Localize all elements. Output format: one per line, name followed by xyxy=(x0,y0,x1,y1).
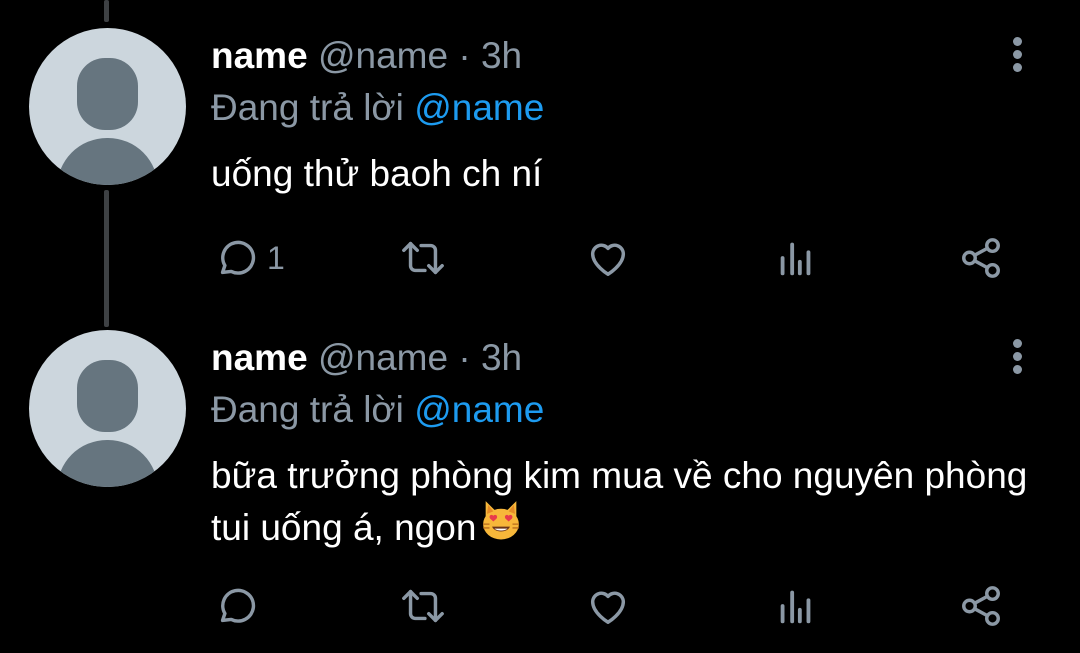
display-name[interactable]: name xyxy=(211,35,308,76)
reply-icon xyxy=(220,240,256,275)
more-icon-dot xyxy=(1012,50,1022,59)
reply-count: 1 xyxy=(267,239,285,276)
mention-link[interactable]: @name xyxy=(414,389,544,430)
avatar-head xyxy=(77,58,138,130)
avatar-head xyxy=(77,360,138,432)
like-icon xyxy=(590,243,626,277)
share-icon xyxy=(962,586,1000,626)
retweet-button[interactable] xyxy=(400,234,446,282)
tweet-header: name @name · 3h xyxy=(211,34,522,78)
replying-prefix: Đang trả lời xyxy=(211,87,404,128)
user-handle[interactable]: @name xyxy=(318,337,448,378)
share-button[interactable] xyxy=(958,234,1004,282)
analytics-button[interactable] xyxy=(773,582,819,630)
more-icon xyxy=(1012,339,1022,348)
tweet-text: bữa trưởng phòng kim mua về cho nguyên p… xyxy=(211,455,1028,548)
timestamp[interactable]: 3h xyxy=(481,35,522,76)
avatar-shoulders xyxy=(57,138,158,185)
analytics-icon xyxy=(780,242,811,276)
display-name[interactable]: name xyxy=(211,337,308,378)
tweet-header: name @name · 3h xyxy=(211,336,522,380)
share-button[interactable] xyxy=(958,582,1004,630)
smiling-cat-heart-eyes-emoji-icon xyxy=(478,496,524,556)
avatar[interactable] xyxy=(29,28,186,185)
replying-prefix: Đang trả lời xyxy=(211,389,404,430)
replying-to: Đang trả lời @name xyxy=(211,86,544,130)
retweet-icon xyxy=(402,589,444,623)
user-handle[interactable]: @name xyxy=(318,35,448,76)
avatar[interactable] xyxy=(29,330,186,487)
analytics-button[interactable] xyxy=(773,234,819,282)
tweet-text-container: bữa trưởng phòng kim mua về cho nguyên p… xyxy=(211,450,1031,556)
retweet-button[interactable] xyxy=(400,582,446,630)
reply-icon xyxy=(220,588,256,623)
like-button[interactable] xyxy=(585,234,631,282)
mention-link[interactable]: @name xyxy=(414,87,544,128)
avatar-shoulders xyxy=(57,440,158,487)
reply-button[interactable]: 1 xyxy=(213,234,285,282)
more-options-button[interactable] xyxy=(1006,339,1028,383)
separator-dot: · xyxy=(458,35,471,76)
more-icon xyxy=(1012,37,1022,46)
tweet-actions xyxy=(0,582,1080,630)
timestamp[interactable]: 3h xyxy=(481,337,522,378)
tweet[interactable]: name @name · 3h Đang trả lời @name bữa t… xyxy=(0,320,1080,653)
replying-to: Đang trả lời @name xyxy=(211,388,544,432)
tweet-actions: 1 xyxy=(0,234,1080,282)
like-icon xyxy=(590,591,626,625)
separator-dot: · xyxy=(458,337,471,378)
like-button[interactable] xyxy=(585,582,631,630)
analytics-icon xyxy=(780,590,811,624)
tweet[interactable]: name @name · 3h Đang trả lời @name uống … xyxy=(0,0,1080,310)
more-icon-dot xyxy=(1012,63,1022,72)
more-icon-dot xyxy=(1012,352,1022,361)
tweet-text: uống thử baoh ch ní xyxy=(211,153,543,194)
more-icon-dot xyxy=(1012,365,1022,374)
reply-button[interactable] xyxy=(213,582,267,630)
share-icon xyxy=(962,238,1000,278)
retweet-icon xyxy=(402,241,444,275)
more-options-button[interactable] xyxy=(1006,37,1028,81)
